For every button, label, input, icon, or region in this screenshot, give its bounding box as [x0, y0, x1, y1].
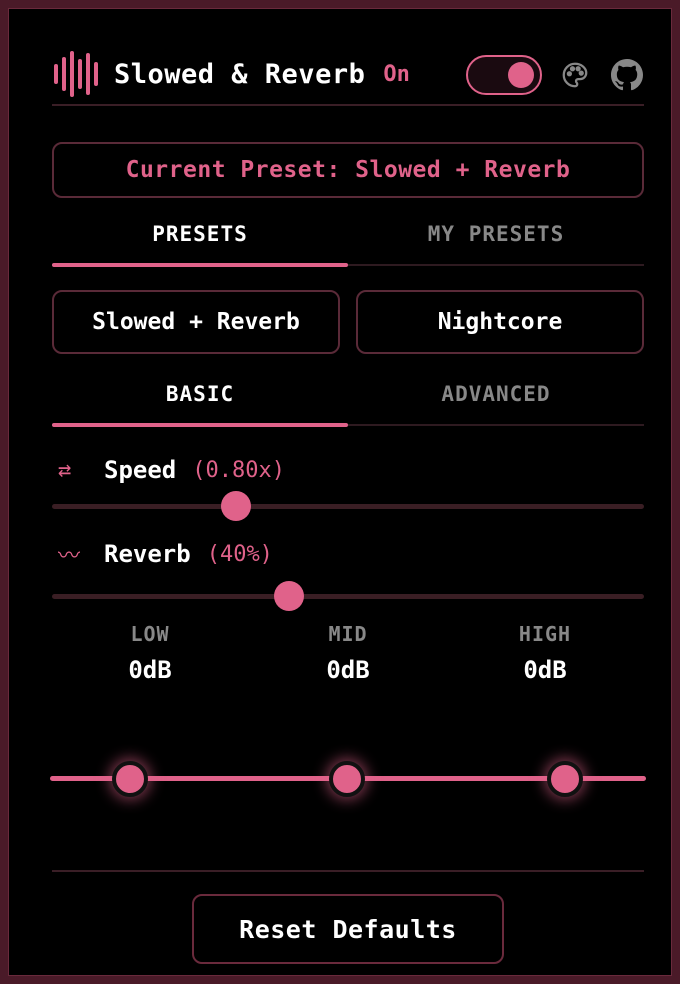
reverb-icon: 〰	[58, 544, 81, 569]
enable-toggle[interactable]	[466, 55, 542, 95]
eq-mid-value: 0dB	[326, 656, 370, 684]
current-preset-box: Current Preset: Slowed + Reverb	[52, 142, 644, 198]
eq-mid-label: MID	[328, 622, 368, 646]
palette-icon[interactable]	[558, 58, 592, 92]
eq-low-handle[interactable]	[112, 761, 148, 797]
eq-mid-handle[interactable]	[329, 761, 365, 797]
eq-mid: MID 0dB	[288, 622, 408, 684]
tab-basic[interactable]: BASIC	[52, 362, 348, 426]
reverb-value: (40%)	[206, 541, 273, 567]
preset-button-nightcore[interactable]: Nightcore	[356, 290, 644, 354]
speed-icon: ⇄	[58, 457, 72, 483]
eq-low-value: 0dB	[128, 656, 172, 684]
eq-low: LOW 0dB	[90, 622, 210, 684]
tab-my-presets[interactable]: MY PRESETS	[348, 202, 644, 266]
eq-low-label: LOW	[130, 622, 170, 646]
reset-defaults-button[interactable]: Reset Defaults	[192, 894, 504, 964]
footer-divider	[52, 870, 644, 872]
status-label: On	[383, 61, 410, 87]
eq-high-value: 0dB	[523, 656, 567, 684]
waveform-logo-icon	[54, 50, 98, 98]
extension-popup: Slowed & Reverb On Current Preset: Slowe…	[0, 0, 680, 984]
tab-active-indicator	[52, 263, 348, 267]
speed-label: Speed	[104, 456, 177, 484]
speed-value: (0.80x)	[192, 457, 285, 483]
tab-advanced[interactable]: ADVANCED	[348, 362, 644, 426]
reverb-slider[interactable]	[52, 581, 644, 611]
eq-slider-track[interactable]	[50, 761, 646, 797]
speed-row: ⇄ Speed (0.80x)	[52, 450, 644, 490]
mode-tabs: BASIC ADVANCED	[52, 362, 644, 427]
reverb-slider-thumb[interactable]	[273, 581, 304, 611]
speed-slider[interactable]	[52, 491, 644, 521]
tab-presets[interactable]: PRESETS	[52, 202, 348, 266]
current-preset-label: Current Preset: Slowed + Reverb	[125, 157, 571, 183]
header: Slowed & Reverb On	[52, 46, 644, 102]
tab-active-indicator	[52, 423, 348, 427]
reverb-row: 〰 Reverb (40%)	[52, 534, 644, 574]
github-icon[interactable]	[610, 58, 644, 92]
toggle-knob	[508, 62, 534, 88]
preset-tabs: PRESETS MY PRESETS	[52, 202, 644, 267]
reverb-label: Reverb	[104, 540, 191, 568]
app-title: Slowed & Reverb	[114, 58, 366, 90]
eq-high-handle[interactable]	[547, 761, 583, 797]
eq-high-label: HIGH	[518, 622, 572, 646]
speed-slider-thumb[interactable]	[220, 491, 251, 521]
header-divider	[52, 104, 644, 106]
eq-high: HIGH 0dB	[485, 622, 605, 684]
preset-button-slowed-reverb[interactable]: Slowed + Reverb	[52, 290, 340, 354]
